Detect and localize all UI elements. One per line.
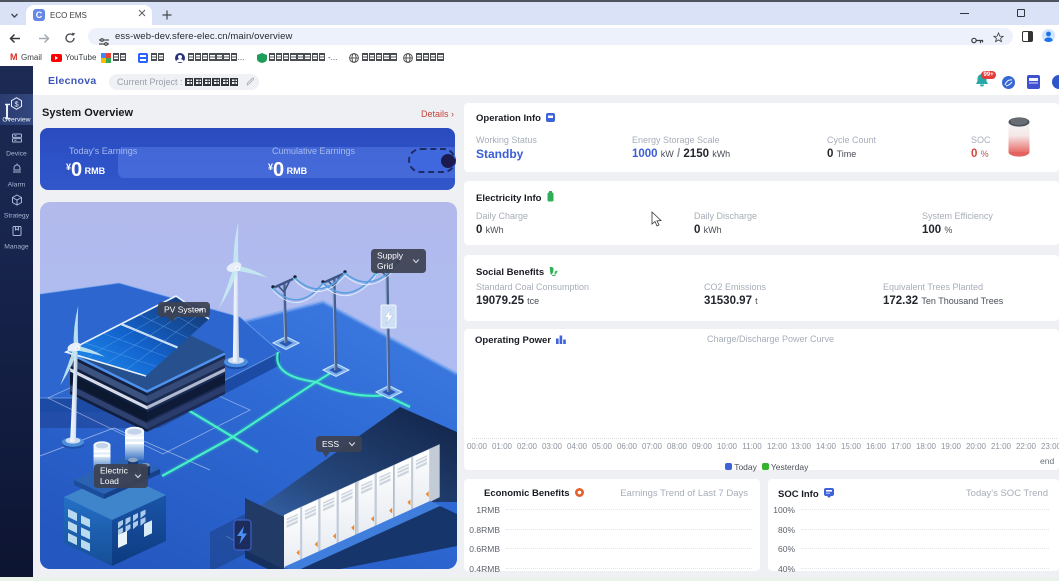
svg-text:ESS: ESS [322,439,339,449]
svg-text:Load: Load [100,476,119,486]
svg-text:PV System: PV System [164,305,206,315]
svg-text:Grid: Grid [377,261,393,271]
svg-text:$: $ [14,99,18,108]
svg-text:Electric: Electric [100,466,129,476]
svg-text:Supply: Supply [377,251,404,261]
